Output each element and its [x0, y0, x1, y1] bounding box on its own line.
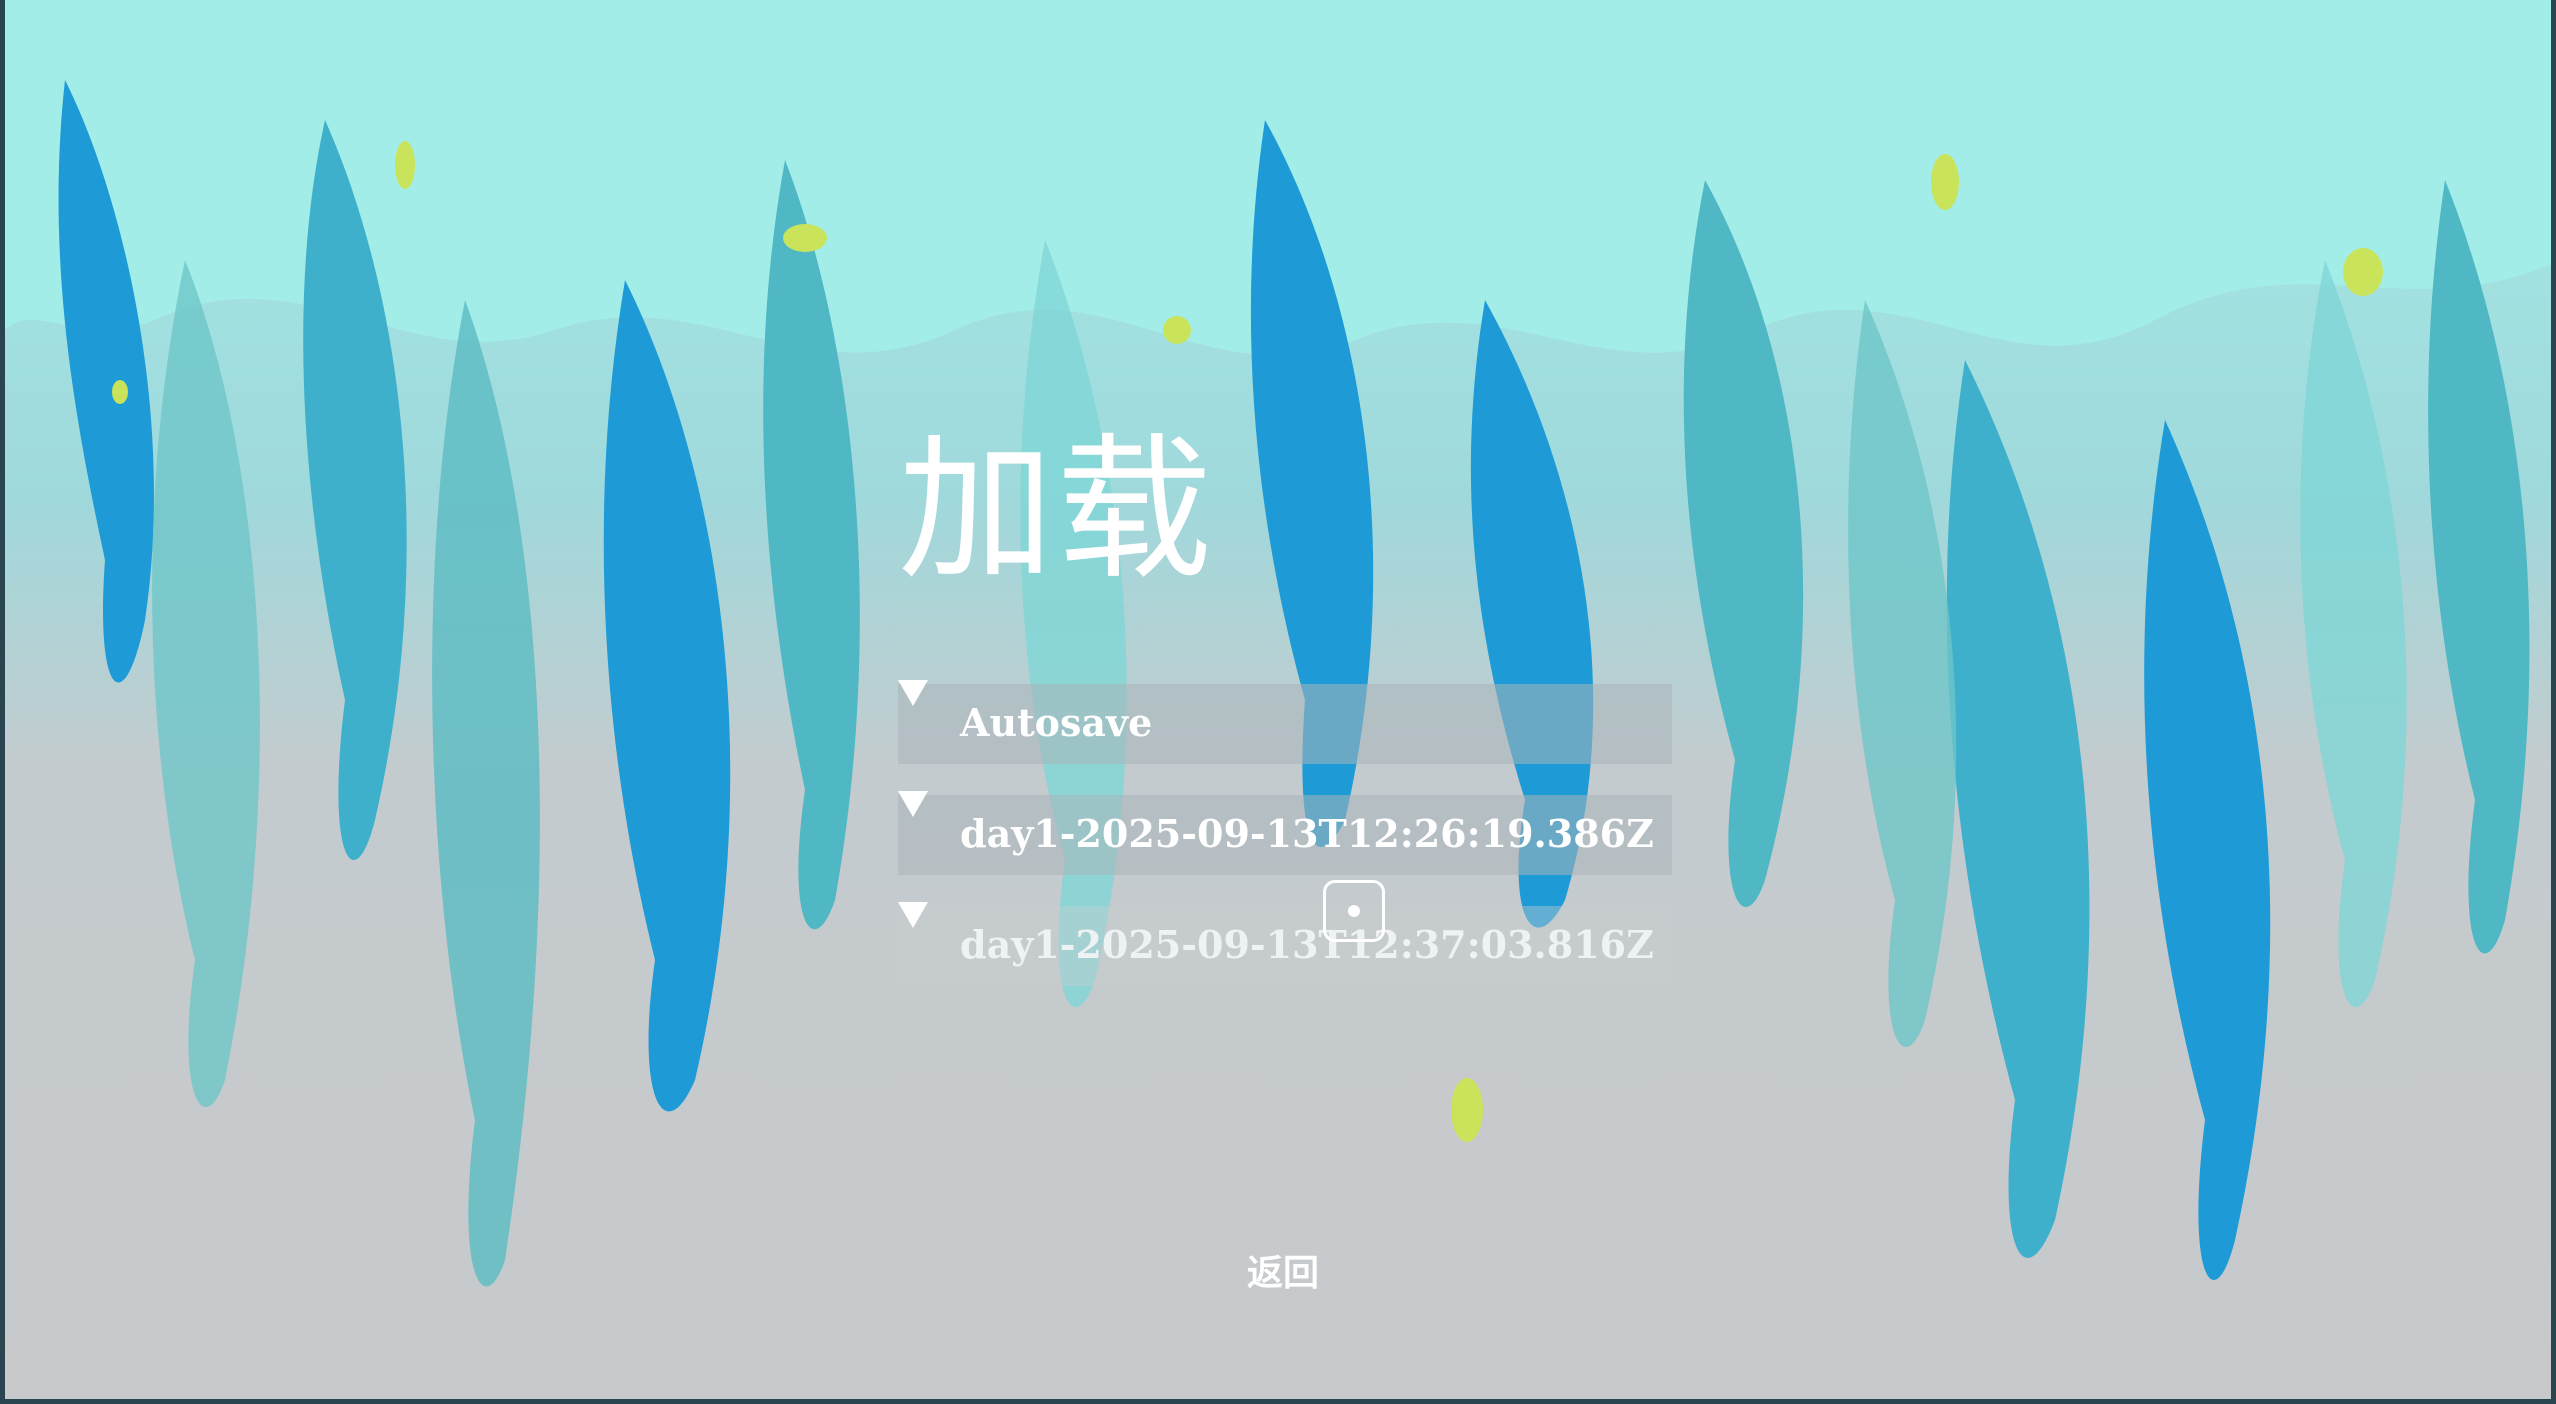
save-slot-label: day1-2025-09-13T12:26:19.386Z — [960, 811, 1654, 856]
save-slot-label: day1-2025-09-13T12:37:03.816Z — [960, 922, 1654, 967]
triangle-down-icon — [898, 680, 928, 706]
cursor-icon — [1323, 880, 1385, 942]
triangle-down-icon — [898, 791, 928, 817]
game-window: 加载 Autosave day1-2025-09-13T12:26:19.386… — [0, 0, 2556, 1404]
save-slot-day1-1[interactable]: day1-2025-09-13T12:26:19.386Z — [898, 791, 1672, 875]
save-slot-autosave[interactable]: Autosave — [898, 680, 1672, 764]
save-slot-label: Autosave — [960, 700, 1153, 745]
save-slot-day1-2[interactable]: day1-2025-09-13T12:37:03.816Z — [898, 902, 1672, 986]
page-title: 加载 — [898, 419, 1214, 601]
back-button[interactable]: 返回 — [1247, 1252, 1319, 1296]
triangle-down-icon — [898, 902, 928, 928]
